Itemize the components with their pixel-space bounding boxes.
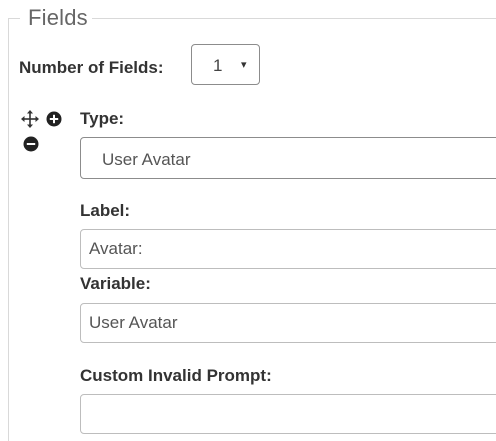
fieldset-border-top-left bbox=[8, 18, 20, 19]
type-select-value: User Avatar bbox=[102, 150, 191, 169]
number-of-fields-label: Number of Fields: bbox=[19, 58, 164, 77]
label-input[interactable]: Avatar: bbox=[80, 229, 496, 269]
move-arrows-icon[interactable] bbox=[21, 110, 39, 128]
label-label: Label: bbox=[80, 201, 131, 220]
number-of-fields-select[interactable]: 1 ▾ bbox=[191, 44, 260, 85]
variable-label: Variable: bbox=[80, 274, 151, 293]
fields-panel: Fields Number of Fields: 1 ▾ Type: User … bbox=[0, 0, 496, 441]
custom-invalid-prompt-input[interactable] bbox=[80, 394, 496, 434]
type-label: Type: bbox=[80, 109, 125, 128]
fieldset-legend: Fields bbox=[28, 5, 88, 30]
plus-circle-icon[interactable] bbox=[46, 111, 62, 127]
fieldset-border-top-right bbox=[92, 18, 496, 19]
variable-input[interactable]: User Avatar bbox=[80, 303, 496, 343]
label-input-value: Avatar: bbox=[89, 239, 143, 258]
custom-invalid-prompt-label: Custom Invalid Prompt: bbox=[80, 366, 272, 385]
variable-input-value: User Avatar bbox=[89, 313, 178, 332]
minus-circle-icon[interactable] bbox=[23, 136, 39, 152]
fieldset-border-left bbox=[8, 18, 9, 441]
number-of-fields-value: 1 bbox=[213, 56, 223, 75]
chevron-down-icon: ▾ bbox=[241, 59, 247, 71]
type-select[interactable]: User Avatar bbox=[80, 137, 496, 179]
